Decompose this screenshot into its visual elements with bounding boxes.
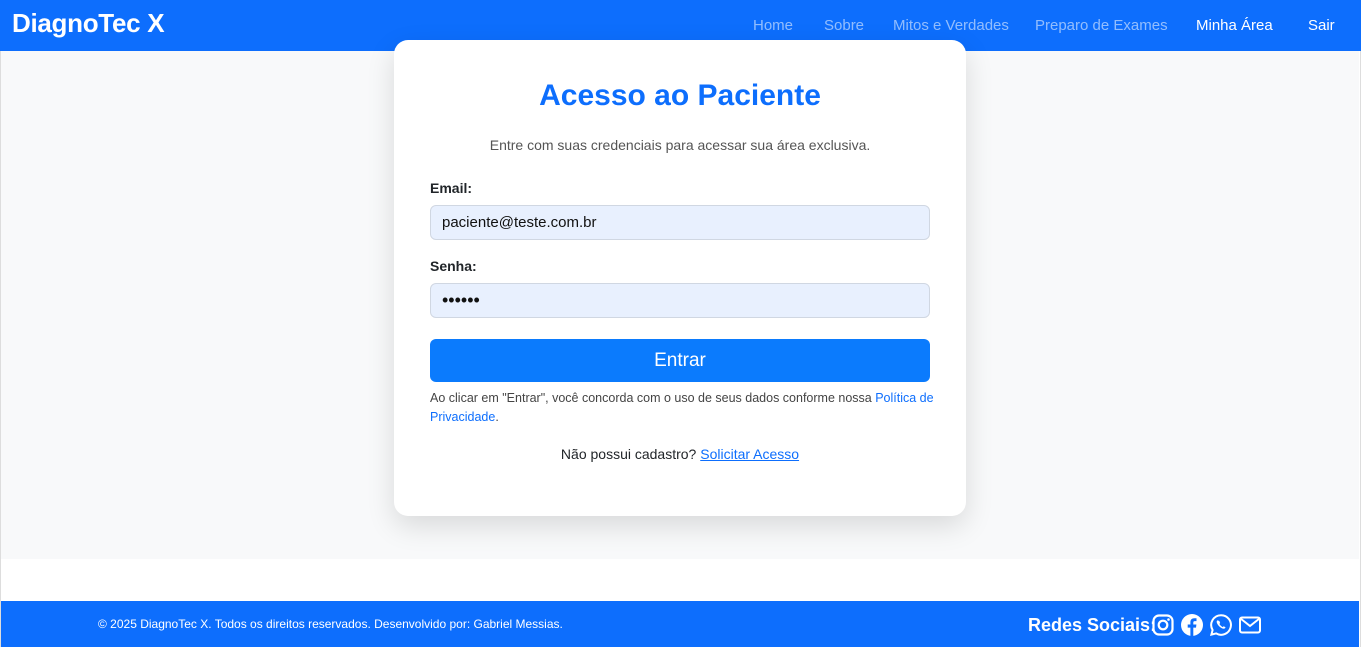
brand-logo[interactable]: DiagnoTec X [12, 8, 165, 39]
terms-suffix: . [495, 410, 499, 424]
email-label: Email: [430, 180, 473, 196]
password-label: Senha: [430, 258, 477, 274]
nav-my-area[interactable]: Minha Área [1196, 17, 1273, 34]
email-field[interactable]: paciente@teste.com.br [430, 205, 930, 240]
copyright-text: © 2025 DiagnoTec X. Todos os direitos re… [98, 617, 563, 631]
nav-logout[interactable]: Sair [1308, 17, 1335, 34]
page-title: Acesso ao Paciente [539, 79, 821, 112]
request-access-link[interactable]: Solicitar Acesso [700, 446, 799, 462]
email-icon[interactable] [1238, 613, 1262, 637]
nav-myths[interactable]: Mitos e Verdades [893, 17, 1009, 34]
password-field[interactable]: •••••• [430, 283, 930, 318]
whatsapp-icon[interactable] [1209, 613, 1233, 637]
nav-exam-prep[interactable]: Preparo de Exames [1035, 17, 1168, 34]
facebook-icon[interactable] [1180, 613, 1204, 637]
social-label: Redes Sociais: [1028, 615, 1157, 635]
footer: © 2025 DiagnoTec X. Todos os direitos re… [1, 601, 1359, 647]
nav-home[interactable]: Home [753, 17, 793, 34]
page-subtitle: Entre com suas credenciais para acessar … [489, 137, 871, 153]
signup-prompt: Não possui cadastro? Solicitar Acesso [394, 446, 966, 462]
terms-prefix: Ao clicar em "Entrar", você concorda com… [430, 391, 876, 405]
login-form: Acesso ao Paciente Entre com suas creden… [394, 51, 966, 516]
terms-text: Ao clicar em "Entrar", você concorda com… [430, 389, 935, 427]
login-button[interactable]: Entrar [430, 339, 930, 382]
nav-about[interactable]: Sobre [824, 17, 864, 34]
signup-text: Não possui cadastro? [560, 446, 701, 462]
instagram-icon[interactable] [1151, 613, 1175, 637]
